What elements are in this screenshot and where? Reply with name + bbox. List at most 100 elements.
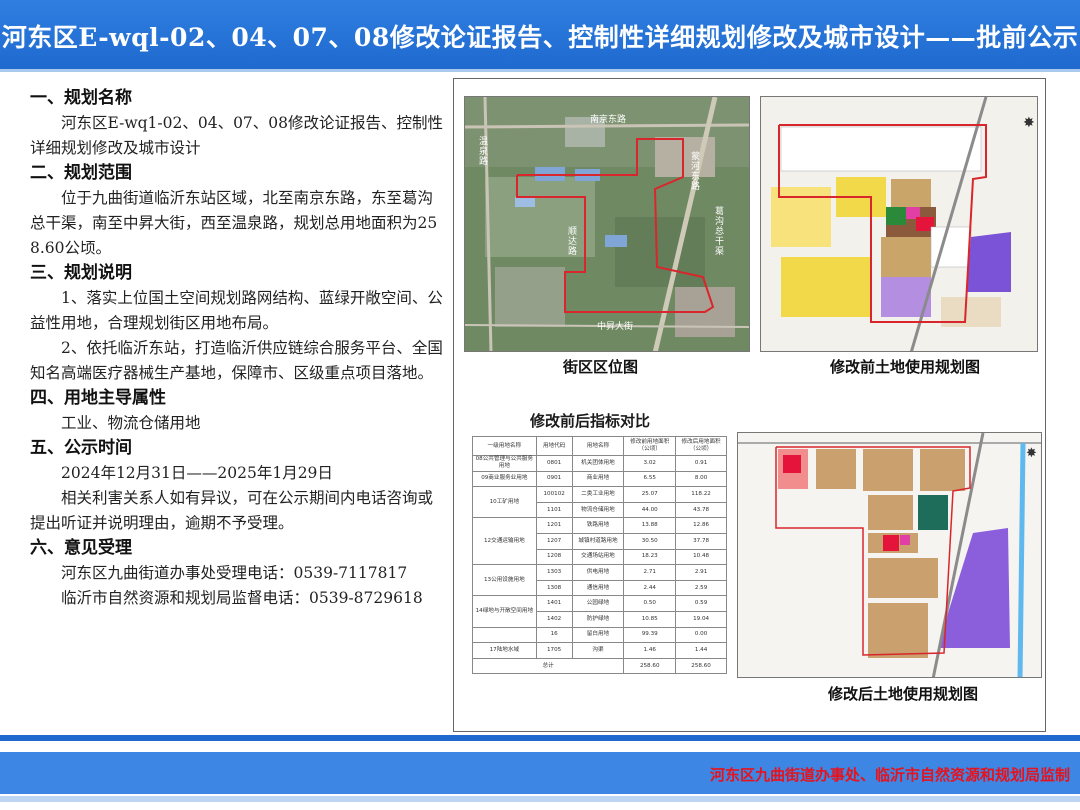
table-row: 09商业服务业用地 0901 商业用地 6.55 8.00 — [472, 470, 727, 488]
table-cell: 6.55 — [623, 470, 677, 488]
footer-issuer-text: 河东区九曲街道办事处、临沂市自然资源和规划局监制 — [709, 766, 1070, 784]
table-row: 16 留白用地 99.39 0.00 — [472, 626, 727, 644]
table-cell: 8.00 — [675, 470, 727, 488]
section-heading: 四、用地主导属性 — [30, 388, 166, 408]
before-land-use-map: ✸ — [760, 96, 1038, 352]
section-heading: 二、规划范围 — [30, 163, 132, 183]
table-cell: 19.04 — [675, 610, 727, 628]
table-cell: 100102 — [535, 486, 573, 503]
section-heading: 五、公示时间 — [30, 438, 132, 458]
table-cell: 44.00 — [623, 501, 677, 519]
table-cell — [472, 626, 537, 644]
table-cell: 99.39 — [623, 626, 677, 644]
table-cell: 17陆地水域 — [472, 642, 537, 659]
table-cell: 1303 — [535, 564, 573, 581]
road-label-north: 南京东路 — [590, 115, 627, 125]
footer-divider — [0, 735, 1080, 741]
table-cell: 物流仓储用地 — [571, 501, 625, 519]
notice-text-panel: 一、规划名称 河东区E-wq1-02、04、07、08修改论证报告、控制性详细规… — [30, 86, 448, 611]
table-cell: 13.88 — [623, 517, 677, 534]
table-cell: 0901 — [535, 470, 573, 488]
after-land-use-map: ✸ — [737, 432, 1042, 678]
publicity-dates: 2024年12月31日——2025年1月29日 — [61, 464, 333, 482]
column-header: 一级用地名称 — [472, 436, 537, 456]
table-cell: 2.71 — [623, 564, 677, 581]
table-cell: 2.59 — [675, 579, 727, 597]
table-cell: 30.50 — [623, 532, 677, 550]
table-cell: 258.60 — [675, 657, 727, 675]
contact-phone: 河东区九曲街道办事处受理电话：0539-7117817 — [61, 564, 408, 582]
table-cell: 1201 — [535, 517, 573, 534]
table-cell: 12.86 — [675, 517, 727, 534]
table-row: 17陆地水域 1705 沟渠 1.46 1.44 — [472, 642, 727, 659]
table-cell: 留白用地 — [571, 626, 625, 644]
table-cell: 商业用地 — [571, 470, 625, 488]
section-paragraph: 工业、物流仓储用地 — [61, 414, 201, 432]
table-cell: 1308 — [535, 579, 573, 597]
table-row: 10工矿用地 100102 二类工业用地 25.07 118.22 — [472, 486, 727, 519]
section-paragraph: 位于九曲街道临沂东站区域，北至南京东路，东至葛沟总干渠，南至中昇大街，西至温泉路… — [30, 189, 438, 257]
after-map-caption: 修改后土地使用规划图 — [828, 685, 979, 703]
column-header: 修改前用地面积（公顷） — [623, 436, 677, 456]
table-cell: 1207 — [535, 532, 573, 550]
footer-divider — [0, 796, 1080, 802]
table-title: 修改前后指标对比 — [530, 412, 651, 430]
column-header: 用地名称 — [571, 436, 625, 456]
section-heading: 六、意见受理 — [30, 538, 132, 558]
table-cell: 25.07 — [623, 486, 677, 503]
table-cell: 10.85 — [623, 610, 677, 628]
table-cell: 3.02 — [623, 455, 677, 472]
page-title: 河东区E-wql-02、04、07、08修改论证报告、控制性详细规划修改及城市设… — [1, 23, 1079, 52]
before-map-caption: 修改前土地使用规划图 — [830, 358, 981, 376]
table-row: 12交通运输用地 1201 铁路用地 13.88 12.86 — [472, 517, 727, 566]
table-cell: 供电用地 — [571, 564, 625, 581]
table-cell: 18.23 — [623, 548, 677, 566]
table-total-row: 总计 258.60 258.60 — [471, 657, 727, 675]
table-cell: 0801 — [535, 455, 573, 472]
table-cell: 1402 — [535, 610, 573, 628]
table-cell: 43.78 — [675, 501, 727, 519]
table-cell: 08公共管理与公共服务用地 — [472, 455, 537, 472]
column-header: 修改后用地面积（公顷） — [675, 436, 727, 456]
table-cell: 09商业服务业用地 — [472, 470, 537, 488]
table-cell: 沟渠 — [571, 642, 625, 659]
road-label-east: 蒙河东路 — [691, 152, 701, 192]
section-paragraph: 2、依托临沂东站，打造临沂供应链综合服务平台、全国知名高端医疗器械生产基地，保障… — [30, 339, 443, 382]
table-cell: 城镇村道路用地 — [571, 532, 625, 550]
canal-label: 葛沟总干渠 — [715, 207, 725, 257]
table-header-row: 一级用地名称 用地代码 用地名称 修改前用地面积（公顷） 修改后用地面积（公顷） — [472, 436, 727, 456]
table-row: 13公用设施用地 1303 供电用地 2.71 2.91 — [472, 564, 727, 597]
section-paragraph: 相关利害关系人如有异议，可在公示期间内电话咨询或提出听证并说明理由，逾期不予受理… — [30, 489, 434, 532]
table-row: 14绿地与开敞空间用地 1401 公园绿地 0.50 0.59 — [472, 595, 727, 628]
table-cell: 0.50 — [623, 595, 677, 612]
indicator-comparison-table: 一级用地名称 用地代码 用地名称 修改前用地面积（公顷） 修改后用地面积（公顷）… — [471, 436, 727, 675]
table-cell: 10.48 — [675, 548, 727, 566]
location-map-caption: 街区区位图 — [563, 358, 639, 376]
table-cell: 0.59 — [675, 595, 727, 612]
column-header: 用地代码 — [535, 436, 573, 456]
svg-text:✸: ✸ — [1023, 115, 1035, 131]
table-cell: 公园绿地 — [571, 595, 625, 612]
table-cell: 16 — [535, 626, 573, 644]
table-cell: 1705 — [535, 642, 573, 659]
table-cell: 10工矿用地 — [472, 486, 537, 519]
section-heading: 一、规划名称 — [30, 88, 132, 108]
table-cell: 二类工业用地 — [571, 486, 625, 503]
table-cell: 2.44 — [623, 579, 677, 597]
road-label-center: 顺达路 — [568, 227, 578, 257]
section-paragraph: 河东区E-wq1-02、04、07、08修改论证报告、控制性详细规划修改及城市设… — [30, 114, 444, 157]
table-cell: 1401 — [535, 595, 573, 612]
table-cell: 防护绿地 — [571, 610, 625, 628]
table-cell: 0.00 — [675, 626, 727, 644]
footer-bar: 河东区九曲街道办事处、临沂市自然资源和规划局监制 — [0, 752, 1080, 794]
table-cell: 118.22 — [675, 486, 727, 503]
section-heading: 三、规划说明 — [30, 263, 132, 283]
table-cell: 2.91 — [675, 564, 727, 581]
table-cell: 总计 — [471, 657, 625, 675]
section-paragraph: 1、落实上位国土空间规划路网结构、蓝绿开敞空间、公益性用地，合理规划街区用地布局… — [30, 289, 443, 332]
location-map: 南京东路 温泉路 蒙河东路 顺达路 葛沟总干渠 中昇大街 — [464, 96, 750, 352]
table-cell: 铁路用地 — [571, 517, 625, 534]
table-cell: 1208 — [535, 548, 573, 566]
table-cell: 13公用设施用地 — [472, 564, 537, 597]
table-row: 08公共管理与公共服务用地 0801 机关团体用地 3.02 0.91 — [472, 455, 727, 472]
